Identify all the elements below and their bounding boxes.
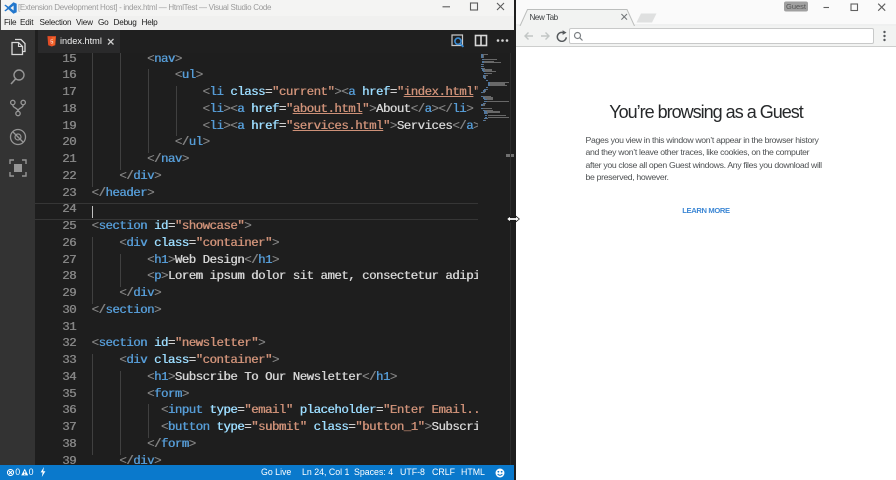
svg-text:5: 5 <box>50 39 53 45</box>
svg-text:New Tab: New Tab <box>530 13 559 22</box>
svg-text:Guest: Guest <box>786 2 807 11</box>
